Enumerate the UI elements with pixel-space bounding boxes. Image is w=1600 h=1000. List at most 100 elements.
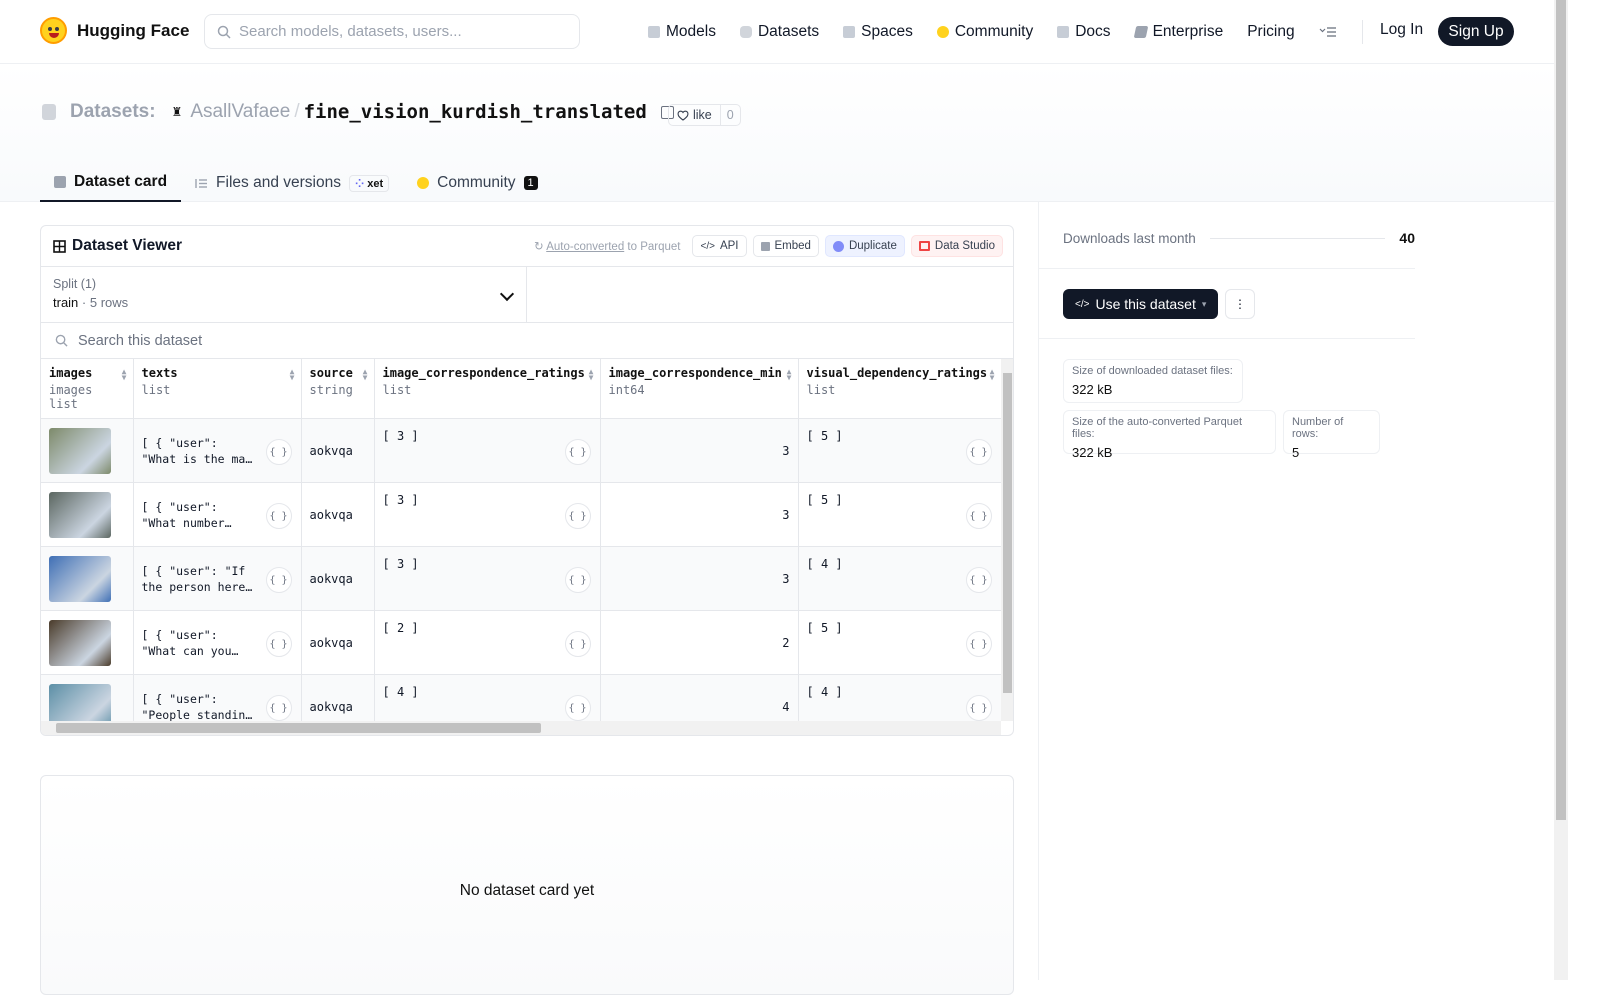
nav-models[interactable]: Models: [648, 18, 716, 46]
cell-texts[interactable]: [ { "user": "What number… { }: [133, 482, 302, 547]
column-header[interactable]: texts list ▲ ▼: [133, 359, 302, 419]
cell-texts[interactable]: [ { "user": "If the person here… { }: [133, 546, 302, 611]
image-thumbnail[interactable]: [49, 683, 111, 721]
cell-visual-dependency-ratings[interactable]: [ 4 ] { }: [798, 674, 1001, 721]
like-button[interactable]: like 0: [668, 104, 741, 126]
table-row[interactable]: [ { "user": "People standin… { } aokvqa [ 4…: [41, 674, 1001, 721]
auto-converted-link[interactable]: Auto-converted: [546, 241, 624, 253]
expand-json-icon[interactable]: { }: [965, 695, 992, 721]
api-button[interactable]: </> API: [692, 235, 747, 257]
expand-json-icon[interactable]: { }: [965, 503, 992, 529]
column-header[interactable]: images images list ▲ ▼: [41, 359, 134, 419]
dataset-name[interactable]: fine_vision_kurdish_translated: [304, 101, 647, 123]
nav-pricing[interactable]: Pricing: [1247, 18, 1294, 46]
expand-json-icon[interactable]: { }: [265, 503, 292, 529]
expand-json-icon[interactable]: { }: [564, 439, 591, 465]
cell-source[interactable]: aokvqa: [301, 674, 375, 721]
cell-image-correspondence-min[interactable]: 3: [600, 546, 799, 611]
table-horizontal-scrollbar[interactable]: [41, 721, 1001, 735]
nav-more-menu[interactable]: [1319, 18, 1337, 46]
global-search[interactable]: [204, 14, 580, 49]
cell-texts[interactable]: [ { "user": "What can you… { }: [133, 610, 302, 675]
nav-datasets[interactable]: Datasets: [739, 18, 819, 46]
cell-image-correspondence-ratings[interactable]: [ 3 ] { }: [374, 482, 601, 547]
expand-json-icon[interactable]: { }: [564, 503, 591, 529]
data-studio-button[interactable]: Data Studio: [910, 235, 1003, 257]
cell-texts[interactable]: [ { "user": "What is the ma… { }: [133, 418, 302, 483]
expand-json-icon[interactable]: { }: [564, 631, 591, 657]
cell-source[interactable]: aokvqa: [301, 546, 375, 611]
cell-source[interactable]: aokvqa: [301, 610, 375, 675]
expand-json-icon[interactable]: { }: [965, 439, 992, 465]
cell-image-correspondence-min[interactable]: 2: [600, 610, 799, 675]
expand-json-icon[interactable]: { }: [564, 567, 591, 593]
global-search-input[interactable]: [239, 23, 559, 40]
cell-source[interactable]: aokvqa: [301, 482, 375, 547]
cell-source[interactable]: aokvqa: [301, 418, 375, 483]
tab-files-and-versions[interactable]: Files and versions ⁘ xet: [181, 164, 403, 202]
more-options-button[interactable]: ⋮: [1225, 289, 1255, 319]
cell-texts[interactable]: [ { "user": "People standin… { }: [133, 674, 302, 721]
sort-icon[interactable]: ▲ ▼: [122, 368, 127, 382]
breadcrumb-user[interactable]: AsallVafaee: [190, 101, 290, 123]
image-thumbnail[interactable]: [49, 491, 111, 538]
nav-enterprise[interactable]: Enterprise: [1133, 18, 1223, 46]
cell-image-correspondence-min[interactable]: 3: [600, 418, 799, 483]
expand-json-icon[interactable]: { }: [265, 567, 292, 593]
image-thumbnail[interactable]: [49, 427, 111, 474]
sort-icon[interactable]: ▲ ▼: [363, 368, 368, 382]
signup-button[interactable]: Sign Up: [1438, 17, 1514, 46]
column-header[interactable]: image_correspondence_ratings list ▲ ▼: [374, 359, 601, 419]
cell-image-correspondence-ratings[interactable]: [ 2 ] { }: [374, 610, 601, 675]
embed-button[interactable]: Embed: [752, 235, 819, 257]
sort-icon[interactable]: ▲ ▼: [290, 368, 295, 382]
cell-image[interactable]: [41, 610, 134, 675]
page-scrollbar[interactable]: [1554, 0, 1568, 980]
split-selector[interactable]: Split (1) train · 5 rows: [41, 267, 527, 322]
nav-docs[interactable]: Docs: [1057, 18, 1111, 46]
column-header[interactable]: source string ▲ ▼: [301, 359, 375, 419]
breadcrumb-section[interactable]: Datasets:: [70, 101, 156, 123]
cell-image[interactable]: [41, 546, 134, 611]
cell-visual-dependency-ratings[interactable]: [ 5 ] { }: [798, 418, 1001, 483]
sort-icon[interactable]: ▲ ▼: [787, 368, 792, 382]
cell-image-correspondence-ratings[interactable]: [ 4 ] { }: [374, 674, 601, 721]
expand-json-icon[interactable]: { }: [265, 439, 292, 465]
expand-json-icon[interactable]: { }: [564, 695, 591, 721]
cell-visual-dependency-ratings[interactable]: [ 4 ] { }: [798, 546, 1001, 611]
duplicate-button[interactable]: Duplicate: [824, 235, 905, 257]
table-vertical-scrollbar[interactable]: [1001, 359, 1013, 721]
sort-icon[interactable]: ▲ ▼: [990, 368, 995, 382]
dataset-search[interactable]: [41, 323, 1013, 359]
cell-visual-dependency-ratings[interactable]: [ 5 ] { }: [798, 482, 1001, 547]
nav-spaces[interactable]: Spaces: [843, 18, 913, 46]
table-row[interactable]: [ { "user": "If the person here… { } aokvq…: [41, 546, 1001, 611]
cell-visual-dependency-ratings[interactable]: [ 5 ] { }: [798, 610, 1001, 675]
cell-image[interactable]: [41, 674, 134, 721]
column-header[interactable]: image_correspondence_min int64 ▲ ▼: [600, 359, 799, 419]
cell-image[interactable]: [41, 418, 134, 483]
cell-image-correspondence-min[interactable]: 4: [600, 674, 799, 721]
cell-image-correspondence-ratings[interactable]: [ 3 ] { }: [374, 418, 601, 483]
tab-dataset-card[interactable]: Dataset card: [40, 164, 182, 202]
column-header[interactable]: visual_dependency_ratings list ▲ ▼: [798, 359, 1001, 419]
dataset-search-input[interactable]: [78, 332, 478, 349]
nav-community[interactable]: Community: [936, 18, 1033, 46]
expand-json-icon[interactable]: { }: [965, 567, 992, 593]
login-link[interactable]: Log In: [1380, 21, 1423, 39]
image-thumbnail[interactable]: [49, 619, 111, 666]
table-row[interactable]: [ { "user": "What number… { } aokvqa [ 3 ] {…: [41, 482, 1001, 547]
expand-json-icon[interactable]: { }: [265, 631, 292, 657]
table-row[interactable]: [ { "user": "What is the ma… { } aokvqa [ 3…: [41, 418, 1001, 483]
use-this-dataset-button[interactable]: </> Use this dataset ▾: [1063, 289, 1218, 319]
tab-community[interactable]: Community 1: [403, 164, 552, 202]
expand-json-icon[interactable]: { }: [265, 695, 292, 721]
cell-image-correspondence-min[interactable]: 3: [600, 482, 799, 547]
table-row[interactable]: [ { "user": "What can you… { } aokvqa [ 2 ]…: [41, 610, 1001, 675]
brand-logo[interactable]: Hugging Face: [40, 17, 189, 44]
sort-icon[interactable]: ▲ ▼: [589, 368, 594, 382]
expand-json-icon[interactable]: { }: [965, 631, 992, 657]
cell-image-correspondence-ratings[interactable]: [ 3 ] { }: [374, 546, 601, 611]
image-thumbnail[interactable]: [49, 555, 111, 602]
cell-image[interactable]: [41, 482, 134, 547]
